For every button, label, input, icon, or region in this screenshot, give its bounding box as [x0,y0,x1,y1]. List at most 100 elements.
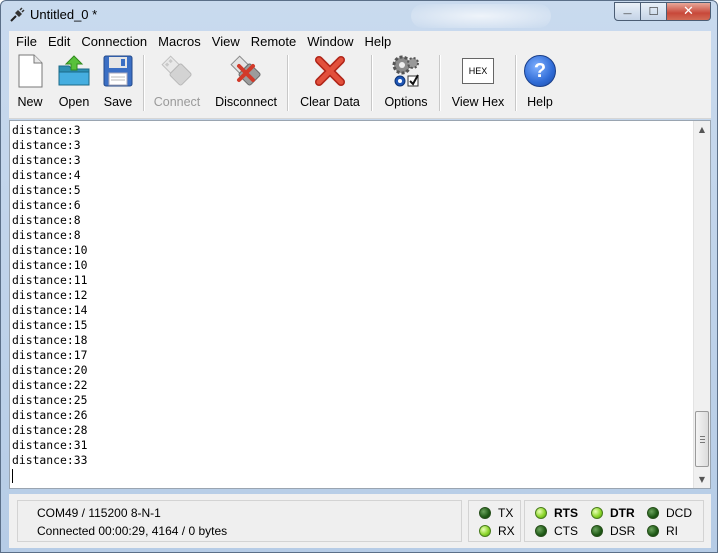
menu-file[interactable]: File [12,34,41,49]
open-folder-icon [58,55,90,86]
menu-edit[interactable]: Edit [44,34,74,49]
disconnect-button[interactable]: Disconnect [214,53,278,113]
dsr-indicator: DSR [591,524,635,538]
scroll-up-arrow-icon[interactable]: ▲ [694,121,710,138]
terminal-line: distance:11 [12,273,88,287]
dtr-led-icon [591,507,603,519]
menu-view[interactable]: View [208,34,244,49]
terminal-line: distance:3 [12,138,81,152]
options-button[interactable]: Options [381,53,431,113]
gears-checkbox-icon [392,55,419,87]
terminal-line: distance:31 [12,438,88,452]
toolbar-separator [287,55,289,111]
toolbar-separator [439,55,441,111]
dsr-label: DSR [610,524,636,538]
red-x-icon [315,56,345,86]
new-label: New [17,95,43,109]
menu-window[interactable]: Window [303,34,357,49]
terminal-line: distance:8 [12,213,81,227]
terminal-line: distance:12 [12,288,88,302]
help-button[interactable]: ? Help [523,53,557,113]
toolbar: New Open Save Connect Disconnect Clear D… [9,51,711,119]
disconnect-label: Disconnect [215,95,277,109]
plug-icon [10,7,25,22]
menu-connection[interactable]: Connection [77,34,151,49]
rx-led-icon [479,525,491,537]
save-button[interactable]: Save [103,53,133,113]
rts-label: RTS [554,506,578,520]
scroll-down-arrow-icon[interactable]: ▼ [694,471,710,488]
open-button[interactable]: Open [57,53,91,113]
rx-label: RX [498,524,515,538]
vertical-scrollbar[interactable]: ▲ ▼ [693,121,710,488]
status-bar: COM49 / 115200 8-N-1 Connected 00:00:29,… [9,494,711,548]
rts-led-icon [535,507,547,519]
menu-remote[interactable]: Remote [247,34,301,49]
tx-led-icon [479,507,491,519]
terminal-line: distance:10 [12,258,88,272]
ri-indicator: RI [647,524,678,538]
dsr-led-icon [591,525,603,537]
connect-label: Connect [153,95,201,109]
terminal-line: distance:4 [12,168,81,182]
new-document-icon [18,54,43,88]
line-signals-panel: RTS CTS DTR DSR DCD RI [524,500,704,542]
dcd-label: DCD [666,506,692,520]
cts-label: CTS [554,524,578,538]
connection-status-panel: COM49 / 115200 8-N-1 Connected 00:00:29,… [17,500,462,542]
port-settings: COM49 / 115200 8-N-1 [37,506,161,520]
terminal-line: distance:10 [12,243,88,257]
ri-led-icon [647,525,659,537]
dcd-indicator: DCD [647,506,692,520]
window-title: Untitled_0 * [30,7,98,22]
rts-toggle[interactable]: RTS [535,506,578,520]
open-label: Open [58,95,90,109]
clear-data-label: Clear Data [300,95,360,109]
terminal-line: distance:33 [12,453,88,467]
help-label: Help [527,95,553,109]
title-glow [411,4,551,28]
save-label: Save [103,95,133,109]
terminal-line: distance:15 [12,318,88,332]
clear-data-button[interactable]: Clear Data [297,53,363,113]
dtr-toggle[interactable]: DTR [591,506,635,520]
menu-macros[interactable]: Macros [154,34,205,49]
options-label: Options [384,95,428,109]
grip-line [700,436,705,437]
dtr-label: DTR [610,506,635,520]
scroll-thumb[interactable] [695,411,709,467]
terminal-line: distance:17 [12,348,88,362]
toolbar-separator [143,55,145,111]
usb-plug-icon [161,55,192,86]
grip-line [700,442,705,443]
help-question-icon: ? [524,55,556,87]
terminal-lines: distance:3 distance:3 distance:3 distance:4… [12,123,692,483]
view-hex-button[interactable]: HEX View Hex [449,53,507,113]
toolbar-separator [371,55,373,111]
terminal-line: distance:22 [12,378,88,392]
menu-bar: File Edit Connection Macros View Remote … [9,31,711,51]
new-button[interactable]: New [15,53,45,113]
terminal-output[interactable]: distance:3 distance:3 distance:3 distance:4… [9,120,711,489]
maximize-button[interactable]: ☐ [641,2,667,21]
terminal-line: distance:28 [12,423,88,437]
menu-help[interactable]: Help [361,34,396,49]
cts-led-icon [535,525,547,537]
grip-line [700,439,705,440]
close-button[interactable]: ✕ [667,2,711,21]
terminal-line: distance:14 [12,303,88,317]
window-controls: — ☐ ✕ [614,2,711,22]
tx-rx-panel: TX RX [468,500,521,542]
floppy-disk-icon [103,55,133,87]
terminal-line: distance:26 [12,408,88,422]
close-icon: ✕ [683,4,694,19]
connect-button[interactable]: Connect [152,53,202,113]
terminal-line: distance:20 [12,363,88,377]
rx-indicator: RX [479,524,515,538]
title-bar[interactable]: Untitled_0 * — ☐ ✕ [1,1,717,31]
minimize-button[interactable]: — [614,2,641,21]
view-hex-label: View Hex [451,95,505,109]
usb-disconnect-icon [230,55,261,86]
maximize-icon: ☐ [648,5,659,18]
tx-label: TX [498,506,514,520]
